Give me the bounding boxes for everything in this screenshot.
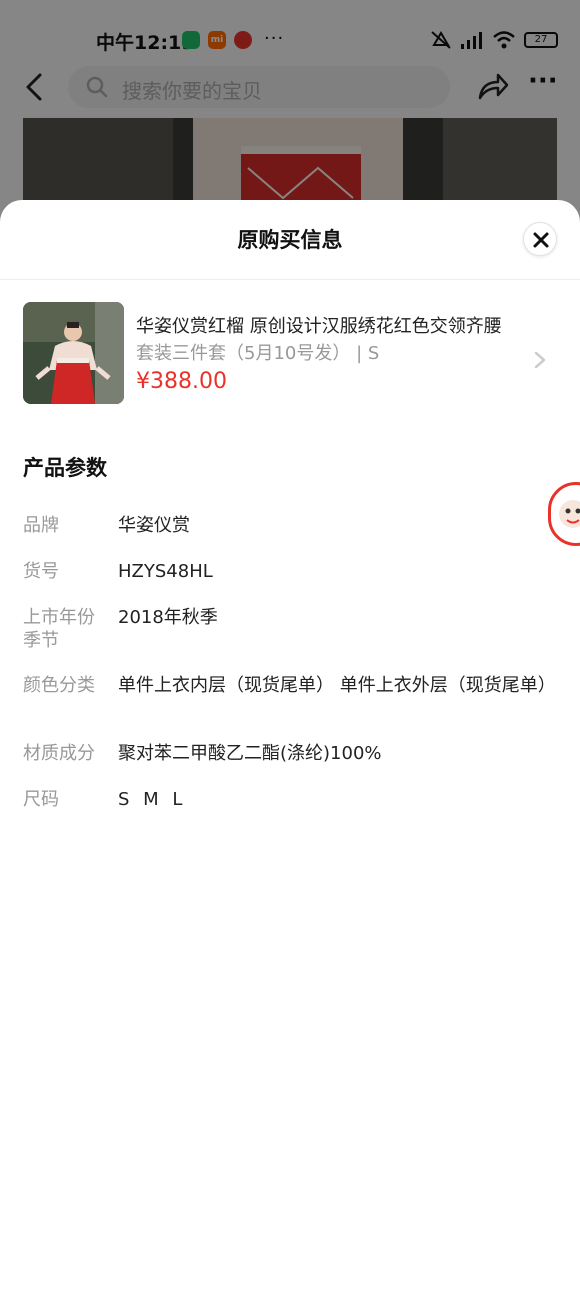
param-key: 材质成分 (23, 743, 95, 764)
param-value: HZYS48HL (118, 561, 213, 582)
purchase-info-sheet: 原购买信息 华姿仪赏红榴 原创设计汉服绣花红色交领齐腰 套装三件套（5月10号发… (0, 200, 580, 1289)
param-value: 华姿仪赏 (118, 515, 190, 536)
mascot-icon (559, 500, 580, 528)
chevron-right-icon (534, 351, 546, 369)
product-thumbnail (23, 302, 124, 404)
param-key: 颜色分类 (23, 675, 95, 696)
product-card[interactable]: 华姿仪赏红榴 原创设计汉服绣花红色交领齐腰 套装三件套（5月10号发） | S … (23, 302, 557, 404)
product-sku: 套装三件套（5月10号发） | S (136, 343, 380, 364)
product-price: ¥388.00 (136, 369, 227, 394)
param-value: S M L (118, 789, 187, 810)
param-value: 聚对苯二甲酸乙二酯(涤纶)100% (118, 743, 382, 764)
sheet-title: 原购买信息 (237, 228, 343, 252)
product-title: 华姿仪赏红榴 原创设计汉服绣花红色交领齐腰 (136, 316, 502, 337)
param-key: 上市年份季节 (23, 607, 95, 651)
param-value: 2018年秋季 (118, 607, 218, 628)
params-heading: 产品参数 (23, 456, 107, 480)
close-button[interactable] (523, 222, 557, 256)
floating-mascot-button[interactable] (548, 482, 580, 546)
close-icon (533, 232, 549, 248)
thumbnail-illustration (23, 302, 124, 404)
param-value: 单件上衣内层（现货尾单） 单件上衣外层（现货尾单） (118, 675, 556, 696)
param-key: 品牌 (23, 515, 59, 536)
param-key: 货号 (23, 561, 59, 582)
sheet-header: 原购买信息 (0, 200, 580, 280)
param-key: 尺码 (23, 789, 59, 810)
